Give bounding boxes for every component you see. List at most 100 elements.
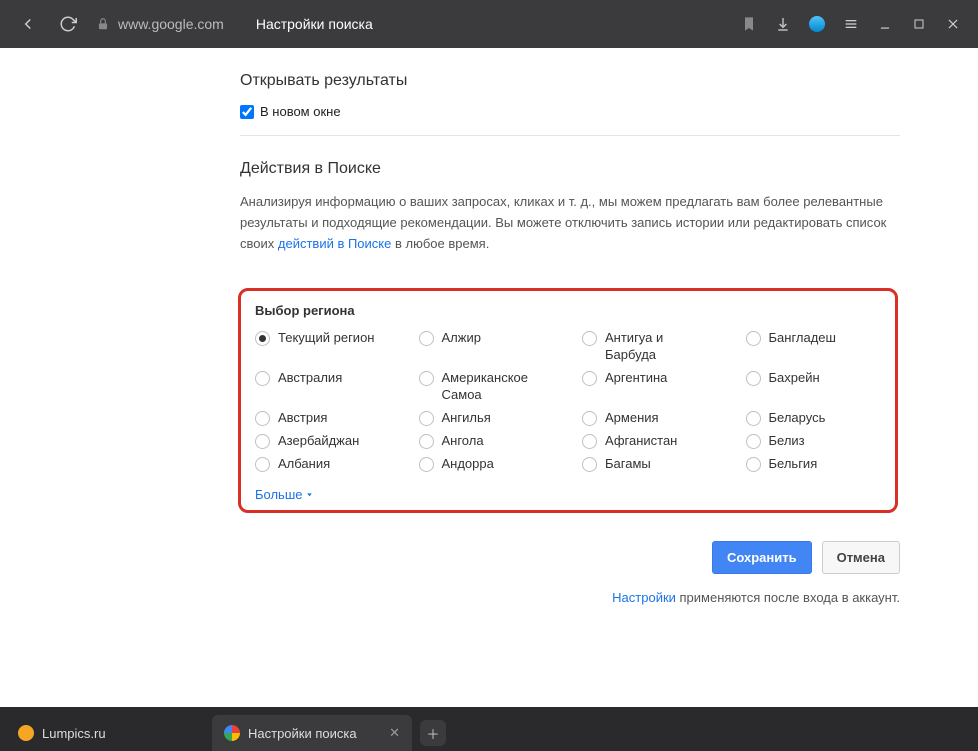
radio-icon <box>582 331 597 346</box>
radio-icon <box>746 331 761 346</box>
section-open-results: Открывать результаты В новом окне <box>240 48 900 135</box>
region-option[interactable]: Армения <box>582 410 718 427</box>
region-option[interactable]: Багамы <box>582 456 718 473</box>
region-label: Алжир <box>442 330 481 347</box>
profile-icon[interactable] <box>800 7 834 41</box>
region-option[interactable]: Ангола <box>419 433 555 450</box>
settings-link[interactable]: Настройки <box>612 590 676 605</box>
region-option[interactable]: Австралия <box>255 370 391 404</box>
region-option[interactable]: Текущий регион <box>255 330 391 364</box>
menu-icon[interactable] <box>834 7 868 41</box>
region-grid: Текущий регион Алжир Антигуа и Барбуда Банг… <box>255 330 881 472</box>
region-option[interactable]: Бельгия <box>746 456 882 473</box>
favicon-icon <box>224 725 240 741</box>
tab-label: Lumpics.ru <box>42 726 106 741</box>
region-label: Бахрейн <box>769 370 820 387</box>
radio-icon <box>255 331 270 346</box>
chevron-down-icon <box>305 490 314 499</box>
section-description: Анализируя информацию о ваших запросах, … <box>240 192 900 254</box>
tab-lumpics[interactable]: Lumpics.ru <box>6 715 206 751</box>
region-selection: Выбор региона Текущий регион Алжир Антигуа… <box>238 288 898 512</box>
region-label: Австралия <box>278 370 342 387</box>
section-search-actions: Действия в Поиске Анализируя информацию … <box>240 135 900 270</box>
radio-icon <box>255 434 270 449</box>
region-option[interactable]: Ангилья <box>419 410 555 427</box>
search-actions-link[interactable]: действий в Поиске <box>278 236 392 251</box>
footer-note: Настройки применяются после входа в акка… <box>240 590 900 605</box>
checkbox-input[interactable] <box>240 105 254 119</box>
titlebar: www.google.com Настройки поиска <box>0 0 978 48</box>
region-option[interactable]: Белиз <box>746 433 882 450</box>
radio-icon <box>746 457 761 472</box>
radio-icon <box>255 371 270 386</box>
radio-icon <box>746 411 761 426</box>
region-label: Аргентина <box>605 370 667 387</box>
region-label: Азербайджан <box>278 433 359 450</box>
region-option[interactable]: Алжир <box>419 330 555 364</box>
cancel-button[interactable]: Отмена <box>822 541 900 574</box>
url-text: www.google.com <box>118 16 224 32</box>
new-tab-button[interactable]: ＋ <box>420 720 446 746</box>
region-option[interactable]: Бангладеш <box>746 330 882 364</box>
region-label: Афганистан <box>605 433 677 450</box>
region-option[interactable]: Бахрейн <box>746 370 882 404</box>
radio-icon <box>582 411 597 426</box>
region-option[interactable]: Австрия <box>255 410 391 427</box>
back-button[interactable] <box>14 10 42 38</box>
download-icon[interactable] <box>766 7 800 41</box>
region-label: Беларусь <box>769 410 826 427</box>
radio-icon <box>746 371 761 386</box>
maximize-button[interactable] <box>902 7 936 41</box>
region-option[interactable]: Беларусь <box>746 410 882 427</box>
bookmark-icon[interactable] <box>732 7 766 41</box>
reload-button[interactable] <box>54 10 82 38</box>
region-label: Американское Самоа <box>442 370 555 404</box>
region-option[interactable]: Антигуа и Барбуда <box>582 330 718 364</box>
radio-icon <box>419 331 434 346</box>
region-option[interactable]: Андорра <box>419 456 555 473</box>
content-area: Открывать результаты В новом окне Действ… <box>0 48 978 707</box>
radio-icon <box>419 434 434 449</box>
region-title: Выбор региона <box>255 303 881 318</box>
action-buttons: Сохранить Отмена <box>240 541 900 574</box>
region-label: Белиз <box>769 433 805 450</box>
close-tab-icon[interactable]: ✕ <box>389 725 400 741</box>
new-window-checkbox[interactable]: В новом окне <box>240 104 900 119</box>
section-title: Действия в Поиске <box>240 160 900 178</box>
section-title: Открывать результаты <box>240 72 900 90</box>
region-option[interactable]: Азербайджан <box>255 433 391 450</box>
region-label: Текущий регион <box>278 330 374 347</box>
region-label: Андорра <box>442 456 494 473</box>
lock-icon <box>96 17 110 31</box>
region-option[interactable]: Аргентина <box>582 370 718 404</box>
radio-icon <box>419 411 434 426</box>
radio-icon <box>419 457 434 472</box>
page-title: Настройки поиска <box>256 16 373 32</box>
radio-icon <box>582 457 597 472</box>
radio-icon <box>746 434 761 449</box>
region-label: Австрия <box>278 410 327 427</box>
region-label: Армения <box>605 410 659 427</box>
radio-icon <box>255 457 270 472</box>
region-option[interactable]: Афганистан <box>582 433 718 450</box>
favicon-icon <box>18 725 34 741</box>
tabs-bar: Lumpics.ru Настройки поиска ✕ ＋ <box>0 707 978 751</box>
tab-google-settings[interactable]: Настройки поиска ✕ <box>212 715 412 751</box>
checkbox-label: В новом окне <box>260 104 341 119</box>
minimize-button[interactable] <box>868 7 902 41</box>
more-link[interactable]: Больше <box>255 487 314 502</box>
region-label: Бангладеш <box>769 330 836 347</box>
radio-icon <box>255 411 270 426</box>
save-button[interactable]: Сохранить <box>712 541 812 574</box>
region-label: Албания <box>278 456 330 473</box>
address-bar[interactable]: www.google.com <box>96 16 224 32</box>
region-label: Ангилья <box>442 410 491 427</box>
close-button[interactable] <box>936 7 970 41</box>
region-label: Антигуа и Барбуда <box>605 330 718 364</box>
radio-icon <box>582 371 597 386</box>
region-label: Багамы <box>605 456 651 473</box>
radio-icon <box>419 371 434 386</box>
region-label: Бельгия <box>769 456 818 473</box>
region-option[interactable]: Албания <box>255 456 391 473</box>
region-option[interactable]: Американское Самоа <box>419 370 555 404</box>
